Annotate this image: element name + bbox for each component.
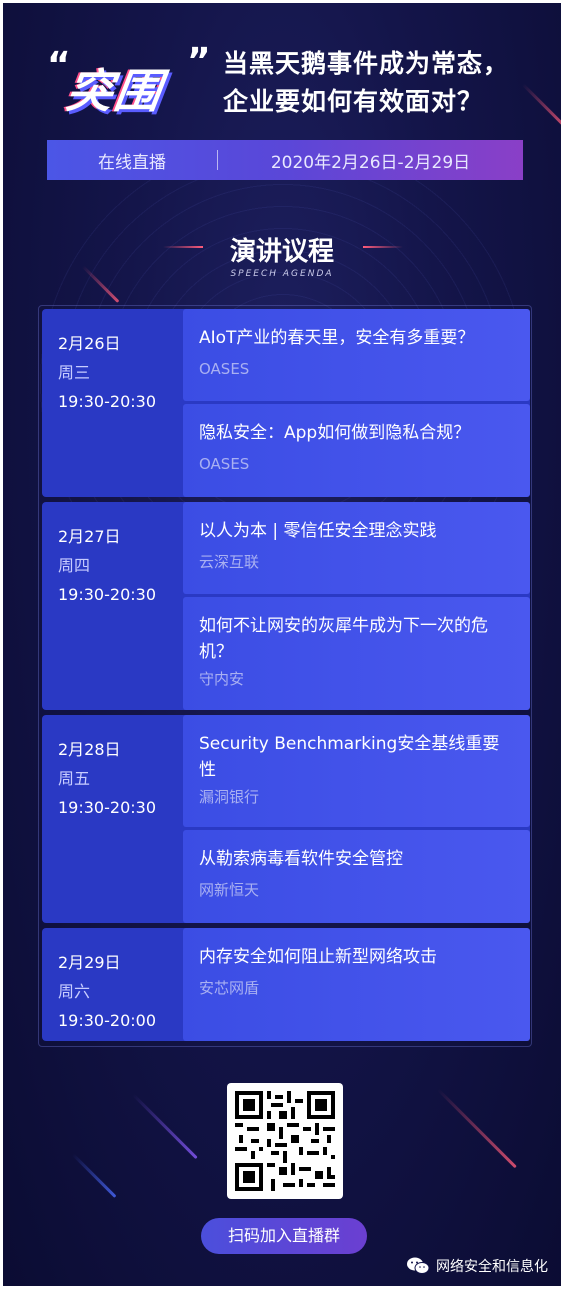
talk-title: 以人为本 | 零信任安全理念实践 <box>199 521 437 541</box>
headline-line-1: 当黑天鹅事件成为常态， <box>223 49 510 78</box>
talk-item: AIoT产业的春天里，安全有多重要？ OASES <box>183 309 530 401</box>
logo-quote-right: ” <box>187 41 211 82</box>
day-date: 2月27日 <box>58 527 121 546</box>
watermark-text: 网络安全和信息化 <box>436 1259 548 1275</box>
day-info: 2月28日 周五 19:30-20:30 <box>58 735 178 822</box>
day-time: 19:30-20:30 <box>58 585 156 604</box>
headline: 当黑天鹅事件成为常态， 企业要如何有效面对？ <box>223 45 543 121</box>
talk-org: OASES <box>199 455 250 473</box>
headline-line-2: 企业要如何有效面对？ <box>223 87 484 116</box>
event-logo: “ 突围 ” <box>47 41 211 125</box>
day-weekday: 周六 <box>58 982 91 1001</box>
logo-text: 突围 <box>62 64 167 118</box>
talk-org: 云深互联 <box>199 553 260 571</box>
talk-item: 内存安全如何阻止新型网络攻击 安芯网盾 <box>183 928 530 1041</box>
talk-title: Security Benchmarking安全基线重要性 <box>199 734 500 780</box>
talk-item: 从勒索病毒看软件安全管控 网新恒天 <box>183 830 530 923</box>
agenda-day: 2月26日 周三 19:30-20:30 AIoT产业的春天里，安全有多重要？ … <box>42 309 530 497</box>
day-date: 2月26日 <box>58 334 121 353</box>
talk-item: 隐私安全：App如何做到隐私合规？ OASES <box>183 404 530 497</box>
watermark: 网络安全和信息化 <box>406 1256 548 1276</box>
join-live-group-button[interactable]: 扫码加入直播群 <box>201 1218 367 1254</box>
wechat-icon <box>407 1257 430 1274</box>
day-time: 19:30-20:00 <box>58 1011 156 1030</box>
day-weekday: 周五 <box>58 769 91 788</box>
agenda-table: 2月26日 周三 19:30-20:30 AIoT产业的春天里，安全有多重要？ … <box>38 305 532 1047</box>
talk-org: 安芯网盾 <box>199 979 260 997</box>
date-range: 2020年2月26日-2月29日 <box>270 152 471 173</box>
talk-title: 内存安全如何阻止新型网络攻击 <box>199 947 437 967</box>
day-weekday: 周三 <box>58 363 91 382</box>
talk-title: 如何不让网安的灰犀牛成为下一次的危机？ <box>199 616 488 662</box>
qr-code-image <box>235 1091 335 1191</box>
talk-org: 网新恒天 <box>199 881 260 899</box>
agenda-day: 2月28日 周五 19:30-20:30 Security Benchmarki… <box>42 715 530 923</box>
talk-org: 守内安 <box>199 670 245 688</box>
talk-title: 隐私安全：App如何做到隐私合规？ <box>199 423 471 443</box>
day-info: 2月27日 周四 19:30-20:30 <box>58 522 178 609</box>
day-time: 19:30-20:30 <box>58 798 156 817</box>
talk-org: OASES <box>199 360 250 378</box>
talk-item: 如何不让网安的灰犀牛成为下一次的危机？ 守内安 <box>183 597 530 710</box>
day-info: 2月26日 周三 19:30-20:30 <box>58 329 178 416</box>
talk-title: AIoT产业的春天里，安全有多重要？ <box>199 328 475 348</box>
qr-code[interactable] <box>227 1083 343 1199</box>
poster: “ 突围 ” 当黑天鹅事件成为常态， 企业要如何有效面对？ 在线直播 2020年… <box>3 3 561 1286</box>
decorative-streak <box>71 1153 117 1198</box>
day-time: 19:30-20:30 <box>58 392 156 411</box>
decorative-streak <box>436 1088 517 1169</box>
talk-org: 漏洞银行 <box>199 788 260 806</box>
day-date: 2月29日 <box>58 953 121 972</box>
day-date: 2月28日 <box>58 740 121 759</box>
agenda-day: 2月29日 周六 19:30-20:00 内存安全如何阻止新型网络攻击 安芯网盾 <box>42 928 530 1041</box>
decorative-streak <box>131 1093 198 1160</box>
talk-title: 从勒索病毒看软件安全管控 <box>199 849 403 869</box>
decorative-line-right <box>363 246 403 248</box>
agenda-subtitle: SPEECH AGENDA <box>230 269 334 279</box>
live-label: 在线直播 <box>98 152 166 173</box>
live-broadcast-bar: 在线直播 2020年2月26日-2月29日 <box>47 140 523 180</box>
talk-item: 以人为本 | 零信任安全理念实践 云深互联 <box>183 502 530 594</box>
day-info: 2月29日 周六 19:30-20:00 <box>58 948 178 1035</box>
agenda-title: 演讲议程 <box>229 237 334 267</box>
day-weekday: 周四 <box>58 556 91 575</box>
agenda-day: 2月27日 周四 19:30-20:30 以人为本 | 零信任安全理念实践 云深… <box>42 502 530 710</box>
talk-item: Security Benchmarking安全基线重要性 漏洞银行 <box>183 715 530 827</box>
